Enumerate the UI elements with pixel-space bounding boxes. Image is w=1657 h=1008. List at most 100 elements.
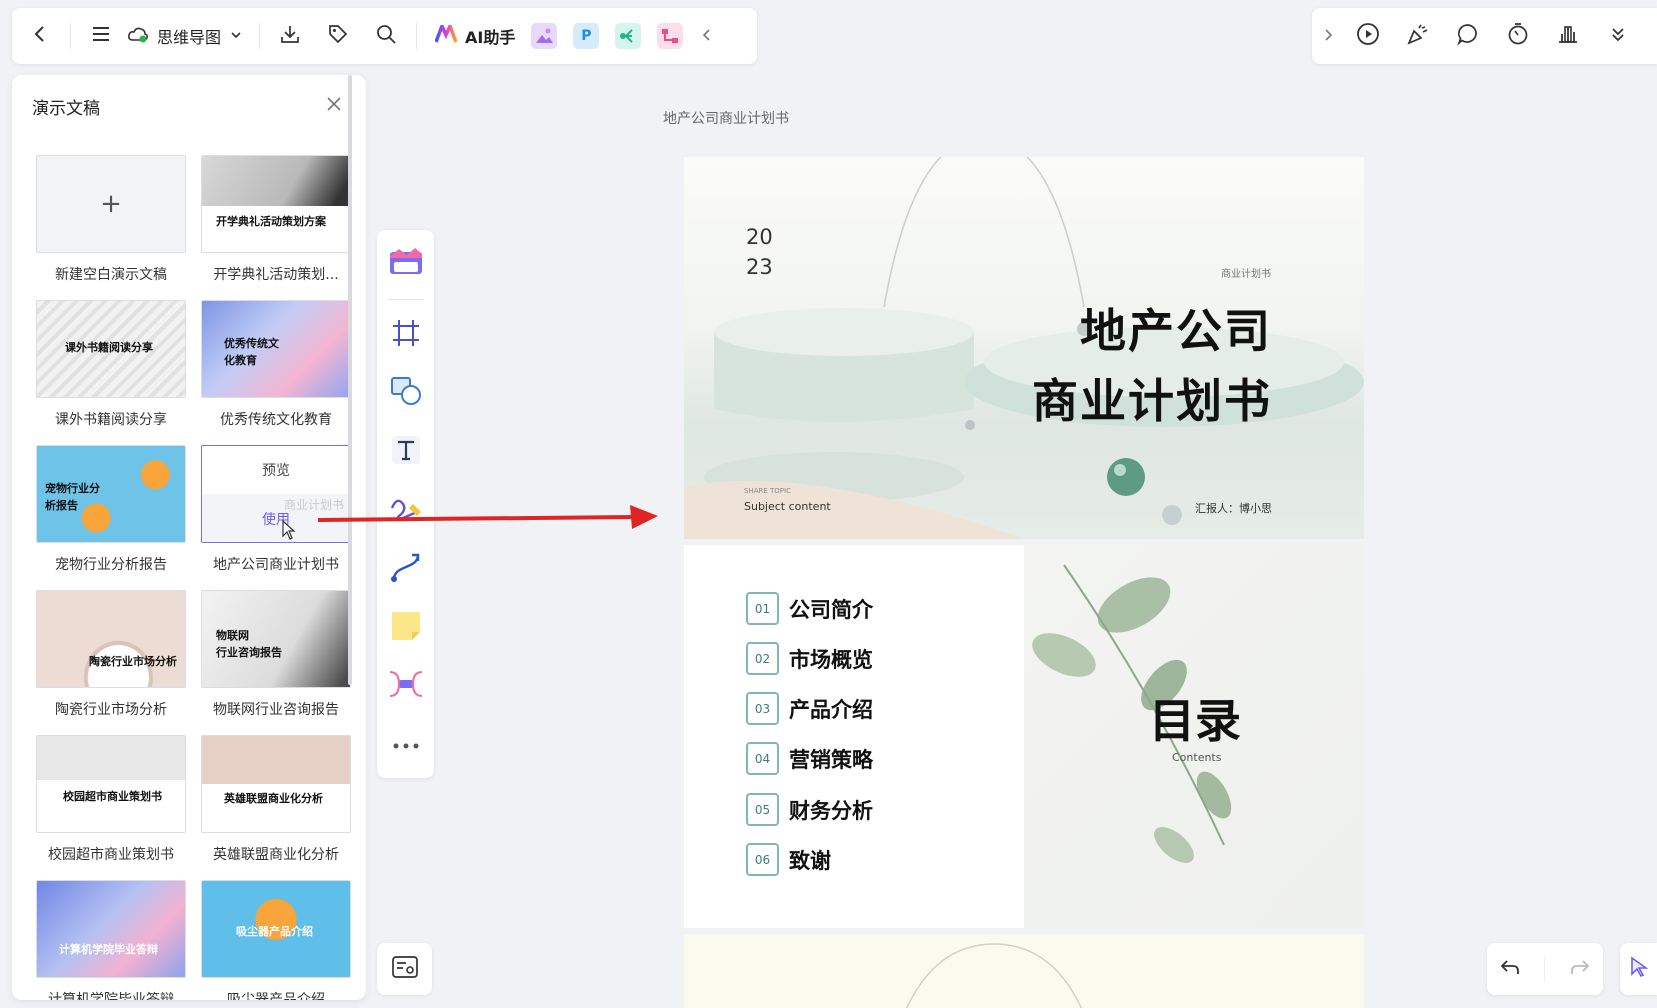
close-panel-button[interactable] xyxy=(320,92,348,120)
template-thumbnail[interactable]: 校园超市商业策划书 xyxy=(36,735,186,833)
toc-item: 01 公司简介 xyxy=(746,592,873,625)
top-right-toolbar xyxy=(1312,8,1657,64)
annotation-arrow xyxy=(317,505,658,529)
template-thumbnail[interactable]: 优秀传统文 化教育 xyxy=(201,300,351,398)
template-gallery-icon xyxy=(389,246,423,280)
slide-partial-art xyxy=(905,943,1083,1008)
template-card[interactable]: 英雄联盟商业化分析 英雄联盟商业化分析 xyxy=(201,735,351,880)
template-thumbnail[interactable]: 英雄联盟商业化分析 xyxy=(201,735,351,833)
toc-item: 04 营销策略 xyxy=(746,742,873,775)
thumbnail-title: 开学典礼活动策划方案 xyxy=(216,215,326,228)
statistics-button[interactable] xyxy=(1548,16,1588,56)
ai-logo-icon xyxy=(434,21,459,47)
text-tool[interactable] xyxy=(384,427,428,478)
party-popper-icon xyxy=(1406,22,1430,50)
template-thumbnail[interactable]: 宠物行业分 析报告 xyxy=(36,445,186,543)
template-thumbnail[interactable]: 吸尘器产品介绍 xyxy=(201,880,351,978)
slide-partial[interactable] xyxy=(684,934,1364,1008)
preview-button[interactable]: 预览 xyxy=(202,446,350,494)
slide-year-top: 20 xyxy=(746,225,773,249)
undo-button[interactable] xyxy=(1499,956,1521,982)
mindmap-tool[interactable] xyxy=(384,661,428,712)
thumbnail-title: 课外书籍阅读分享 xyxy=(65,341,153,354)
toc-item: 02 市场概览 xyxy=(746,642,873,675)
divider xyxy=(387,298,424,300)
frame-tool[interactable] xyxy=(384,310,428,361)
shape-tool[interactable] xyxy=(384,368,428,419)
toc-number: 03 xyxy=(746,692,779,725)
template-card[interactable]: 校园超市商业策划书 校园超市商业策划书 xyxy=(36,735,186,880)
template-label: 校园超市商业策划书 xyxy=(48,847,174,863)
collapse-toolbar-button[interactable] xyxy=(693,16,721,56)
flowchart-app-icon[interactable] xyxy=(657,23,684,49)
download-icon xyxy=(279,23,301,49)
connector-tool[interactable] xyxy=(384,544,428,595)
select-tool-button[interactable] xyxy=(1620,943,1657,995)
mouse-cursor-icon xyxy=(282,519,296,542)
template-label: 英雄联盟商业化分析 xyxy=(213,847,339,863)
template-card[interactable]: 吸尘器产品介绍 吸尘器产品介绍 xyxy=(201,880,351,1000)
ppt-app-icon[interactable]: P xyxy=(573,23,600,49)
toc-number: 05 xyxy=(746,793,779,826)
template-card-new[interactable]: + 新建空白演示文稿 xyxy=(36,155,186,300)
back-button[interactable] xyxy=(20,16,60,56)
template-card[interactable]: 宠物行业分 析报告 宠物行业分析报告 xyxy=(36,445,186,590)
more-tools-button[interactable] xyxy=(384,719,428,770)
divider xyxy=(1544,956,1546,982)
template-thumbnail[interactable]: 物联网 行业咨询报告 xyxy=(201,590,351,688)
template-card[interactable]: 优秀传统文 化教育 优秀传统文化教育 xyxy=(201,300,351,445)
template-label: 陶瓷行业市场分析 xyxy=(55,702,167,718)
template-thumbnail[interactable]: 开学典礼活动策划方案 xyxy=(201,155,351,253)
expand-toolbar-button[interactable] xyxy=(1318,16,1338,56)
toc-number: 06 xyxy=(746,843,779,876)
thumbnail-image xyxy=(202,156,350,206)
new-blank-thumbnail[interactable]: + xyxy=(36,155,186,253)
download-button[interactable] xyxy=(270,16,310,56)
template-label: 物联网行业咨询报告 xyxy=(213,702,339,718)
shapes-icon xyxy=(390,376,422,410)
minimap-button[interactable] xyxy=(377,943,432,995)
search-icon xyxy=(375,23,397,49)
toc-text: 产品介绍 xyxy=(789,697,873,722)
template-card[interactable]: 陶瓷行业市场分析 陶瓷行业市场分析 xyxy=(36,590,186,735)
doc-type-dropdown[interactable]: 思维导图 xyxy=(121,24,249,48)
menu-icon xyxy=(90,23,112,49)
template-card[interactable]: 开学典礼活动策划方案 开学典礼活动策划... xyxy=(201,155,351,300)
chevron-left-icon xyxy=(30,24,50,48)
template-tool[interactable] xyxy=(384,238,428,289)
search-button[interactable] xyxy=(366,16,406,56)
slide-cover[interactable]: 20 23 商业计划书 地产公司 商业计划书 SHARE TOPIC Subje… xyxy=(684,157,1364,539)
mindmap-app-icon[interactable] xyxy=(615,23,642,49)
slide-contents[interactable]: 目录 Contents 01 公司简介 02 市场概览 03 产品介绍 04 营… xyxy=(684,545,1364,928)
thumbnail-title: 吸尘器产品介绍 xyxy=(236,925,313,938)
template-thumbnail[interactable]: 课外书籍阅读分享 xyxy=(36,300,186,398)
template-thumbnail[interactable]: 陶瓷行业市场分析 xyxy=(36,590,186,688)
toc-text: 致谢 xyxy=(789,848,831,873)
history-button[interactable] xyxy=(1498,16,1538,56)
template-label: 吸尘器产品介绍 xyxy=(227,992,325,1000)
text-icon xyxy=(391,435,421,469)
ppt-app-letter: P xyxy=(581,28,592,44)
template-card[interactable]: 物联网 行业咨询报告 物联网行业咨询报告 xyxy=(201,590,351,735)
panel-scrollbar[interactable] xyxy=(348,75,352,685)
tag-icon xyxy=(327,23,349,49)
toc-text: 营销策略 xyxy=(789,747,873,772)
menu-button[interactable] xyxy=(81,16,121,56)
template-card[interactable]: 计算机学院毕业答辩 计算机学院毕业答辩 xyxy=(36,880,186,1000)
redo-button[interactable] xyxy=(1569,956,1591,982)
close-icon xyxy=(326,96,342,116)
celebrate-button[interactable] xyxy=(1398,16,1438,56)
undo-icon xyxy=(1500,960,1519,974)
ai-assistant-button[interactable]: AI助手 xyxy=(427,21,523,48)
template-card[interactable]: 课外书籍阅读分享 课外书籍阅读分享 xyxy=(36,300,186,445)
image-ai-app-icon[interactable] xyxy=(531,23,558,49)
subject-content: Subject content xyxy=(744,500,831,513)
present-button[interactable] xyxy=(1348,16,1388,56)
more-button[interactable] xyxy=(1598,16,1638,56)
tag-button[interactable] xyxy=(318,16,358,56)
pointer-icon xyxy=(1630,956,1648,982)
comment-icon xyxy=(1456,22,1480,50)
sticky-note-tool[interactable] xyxy=(384,602,428,653)
template-thumbnail[interactable]: 计算机学院毕业答辩 xyxy=(36,880,186,978)
comment-button[interactable] xyxy=(1448,16,1488,56)
